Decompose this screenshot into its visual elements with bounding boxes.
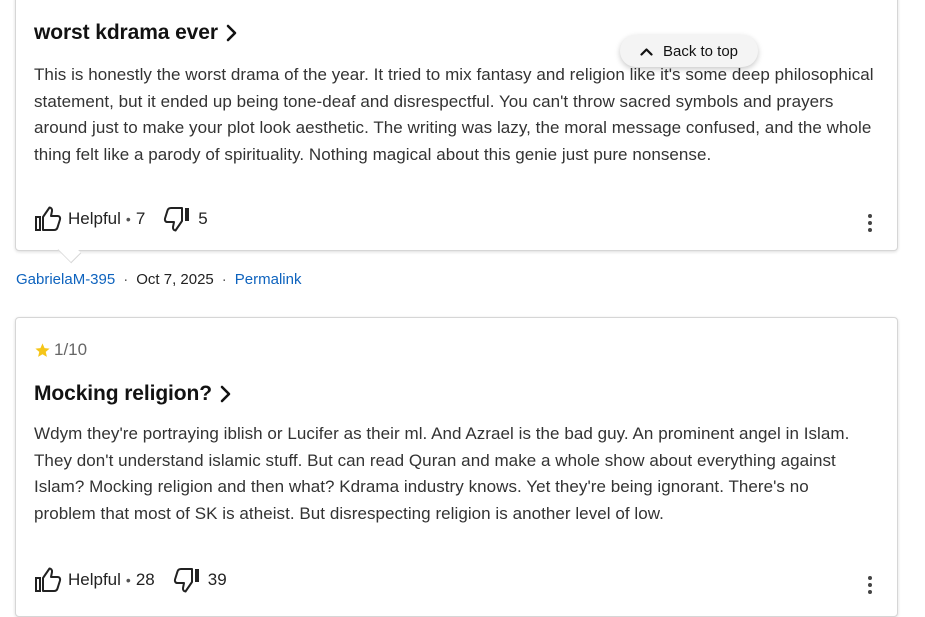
review-card: 1/10 Mocking religion? Wdym they're port…	[15, 317, 898, 617]
review-rating: 1/10	[34, 340, 87, 360]
separator-dot: ·	[123, 271, 129, 288]
not-helpful-button[interactable]	[173, 567, 201, 593]
separator-dot: •	[125, 211, 131, 227]
vote-bar: Helpful • 7 5	[34, 206, 208, 232]
review-text: This is honestly the worst drama of the …	[34, 65, 874, 164]
chevron-right-icon	[220, 385, 231, 403]
not-helpful-count: 39	[207, 570, 227, 589]
author-link[interactable]: GabrielaM-395	[16, 271, 115, 288]
more-vertical-icon	[868, 214, 872, 218]
separator-dot: ·	[221, 271, 227, 288]
more-options-button[interactable]	[865, 214, 875, 232]
helpful-count: 7	[135, 209, 146, 228]
review-meta: GabrielaM-395 · Oct 7, 2025 · Permalink	[16, 271, 301, 288]
more-vertical-icon-dot	[868, 590, 872, 594]
helpful-button[interactable]: Helpful	[34, 567, 121, 593]
review-title: Mocking religion?	[34, 382, 212, 405]
more-options-button[interactable]	[865, 576, 875, 594]
thumbs-up-icon	[35, 567, 62, 592]
chevron-right-icon	[226, 24, 237, 42]
more-vertical-icon-dot	[868, 221, 872, 225]
vote-bar: Helpful • 28 39	[34, 567, 227, 593]
thumbs-up-icon	[35, 206, 62, 231]
more-vertical-icon-dot	[868, 228, 872, 232]
helpful-button[interactable]: Helpful	[34, 206, 121, 232]
back-to-top-label: Back to top	[662, 42, 739, 60]
review-card: worst kdrama ever This is honestly the w…	[15, 0, 898, 264]
more-vertical-icon-dot	[868, 583, 872, 587]
separator-dot: •	[125, 572, 131, 588]
thumbs-down-icon	[173, 568, 199, 593]
not-helpful-button[interactable]	[163, 206, 191, 232]
more-vertical-icon	[868, 576, 872, 580]
review-date: Oct 7, 2025	[136, 271, 214, 288]
chevron-up-icon	[640, 47, 653, 56]
review-text: Wdym they're portraying iblish or Lucife…	[34, 424, 850, 523]
review-title-link[interactable]: worst kdrama ever	[34, 21, 238, 45]
star-icon	[35, 342, 50, 357]
rating-value: 1/10	[54, 340, 88, 359]
helpful-label: Helpful	[68, 570, 121, 589]
helpful-label: Helpful	[68, 209, 121, 228]
thumbs-down-icon	[164, 207, 190, 232]
review-title-link[interactable]: Mocking religion?	[34, 382, 232, 406]
helpful-count: 28	[135, 570, 155, 589]
back-to-top-button[interactable]: Back to top	[620, 35, 758, 67]
not-helpful-count: 5	[198, 209, 208, 228]
permalink[interactable]: Permalink	[235, 271, 302, 288]
review-title: worst kdrama ever	[34, 21, 218, 44]
card-pointer	[57, 239, 82, 264]
